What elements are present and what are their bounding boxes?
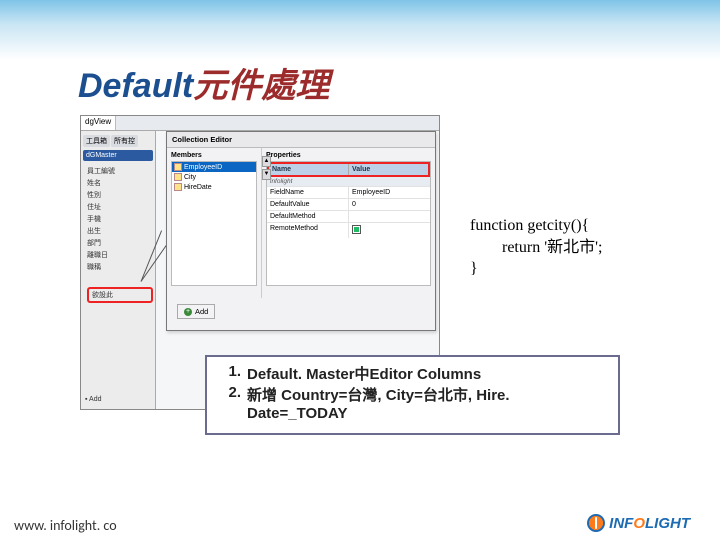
property-grid: Name Value infolight FieldNameEmployeeID… xyxy=(266,161,431,286)
instruction-list: 1. Default. Master中Editor Columns 2. 新增 … xyxy=(217,363,608,422)
code-line: function getcity(){ xyxy=(470,215,640,237)
prop-row-defaultmethod[interactable]: DefaultMethod xyxy=(267,210,430,222)
sidebar-item[interactable]: 姓名 xyxy=(87,177,153,189)
member-icon xyxy=(174,173,182,181)
member-icon xyxy=(174,163,182,171)
instruction-box: 1. Default. Master中Editor Columns 2. 新增 … xyxy=(205,355,620,435)
sidebar-field-list: 員工編號 姓名 性別 住址 手機 出生 部門 離職日 職稱 欲設此 xyxy=(83,165,153,303)
sidebar-item[interactable]: 出生 xyxy=(87,225,153,237)
prop-row-remotemethod[interactable]: RemoteMethod xyxy=(267,222,430,238)
members-label: Members xyxy=(171,152,257,159)
prop-row-defaultvalue[interactable]: DefaultValue0 xyxy=(267,198,430,210)
logo-o-icon: O xyxy=(633,515,645,532)
logo-icon xyxy=(587,514,605,532)
property-category: infolight xyxy=(267,177,430,186)
prop-row-fieldname[interactable]: FieldNameEmployeeID xyxy=(267,186,430,198)
dialog-title: Collection Editor xyxy=(167,132,435,148)
collection-editor-dialog: Collection Editor Members EmployeeID Cit… xyxy=(166,131,436,331)
member-row-city[interactable]: City xyxy=(172,172,256,182)
sidebar-item[interactable]: 離職日 xyxy=(87,249,153,261)
instruction-item: 1. Default. Master中Editor Columns xyxy=(217,363,608,384)
sidebar-item-highlighted[interactable]: 欲設此 xyxy=(87,287,153,303)
code-line: return '新北市'; xyxy=(470,237,640,259)
title-red: 元件處理 xyxy=(193,67,329,105)
side-tab-toolbox[interactable]: 工具箱 xyxy=(83,135,110,147)
sidebar-item[interactable]: 員工編號 xyxy=(87,165,153,177)
instruction-item: 2. 新增 Country=台灣, City=台北市, Hire. Date=_… xyxy=(217,384,608,422)
properties-panel: Properties Name Value infolight FieldNam… xyxy=(262,148,435,298)
members-listbox[interactable]: EmployeeID City HireDate xyxy=(171,161,257,286)
sidebar-item[interactable]: 職稱 xyxy=(87,261,153,273)
move-up-button[interactable]: ▲ xyxy=(262,156,271,167)
sidebar-item[interactable]: 部門 xyxy=(87,237,153,249)
member-row-employeeid[interactable]: EmployeeID xyxy=(172,162,256,172)
code-line: } xyxy=(470,258,640,280)
sidebar-add: ▪ Add xyxy=(85,396,102,403)
col-value: Value xyxy=(348,164,428,175)
col-name: Name xyxy=(269,164,348,175)
sidebar-item[interactable]: 住址 xyxy=(87,201,153,213)
brand-logo: INFOLIGHT xyxy=(587,514,690,532)
members-panel: Members EmployeeID City HireDate ▲ ▼ xyxy=(167,148,262,298)
member-row-hiredate[interactable]: HireDate xyxy=(172,182,256,192)
side-tabs: 工具箱 所有控 xyxy=(83,135,153,147)
side-tab-all[interactable]: 所有控 xyxy=(111,135,138,147)
footer-url: www. infolight. co xyxy=(14,517,117,534)
title-blue: Default xyxy=(78,67,193,105)
add-button[interactable]: +Add xyxy=(177,304,215,319)
sidebar-master-chip[interactable]: dGMaster xyxy=(83,150,153,161)
sidebar-item[interactable]: 手機 xyxy=(87,213,153,225)
page-title: Default元件處理 xyxy=(78,58,329,107)
logo-text: INFOLIGHT xyxy=(609,515,690,532)
code-snippet: function getcity(){ return '新北市'; } xyxy=(470,215,640,280)
move-down-button[interactable]: ▼ xyxy=(262,169,271,180)
member-order-arrows: ▲ ▼ xyxy=(262,156,271,182)
checkbox-icon[interactable] xyxy=(352,225,361,234)
properties-label: Properties xyxy=(266,152,431,159)
dialog-buttons: +Add xyxy=(167,298,435,325)
header-gradient xyxy=(0,0,720,60)
plus-icon: + xyxy=(184,308,192,316)
property-grid-header: Name Value xyxy=(267,162,430,177)
sidebar-item[interactable]: 性別 xyxy=(87,189,153,201)
ide-tabbar: dgView xyxy=(81,116,439,131)
member-icon xyxy=(174,183,182,191)
dialog-body: Members EmployeeID City HireDate ▲ ▼ Pro… xyxy=(167,148,435,298)
ide-tab-dgview[interactable]: dgView xyxy=(81,116,116,130)
